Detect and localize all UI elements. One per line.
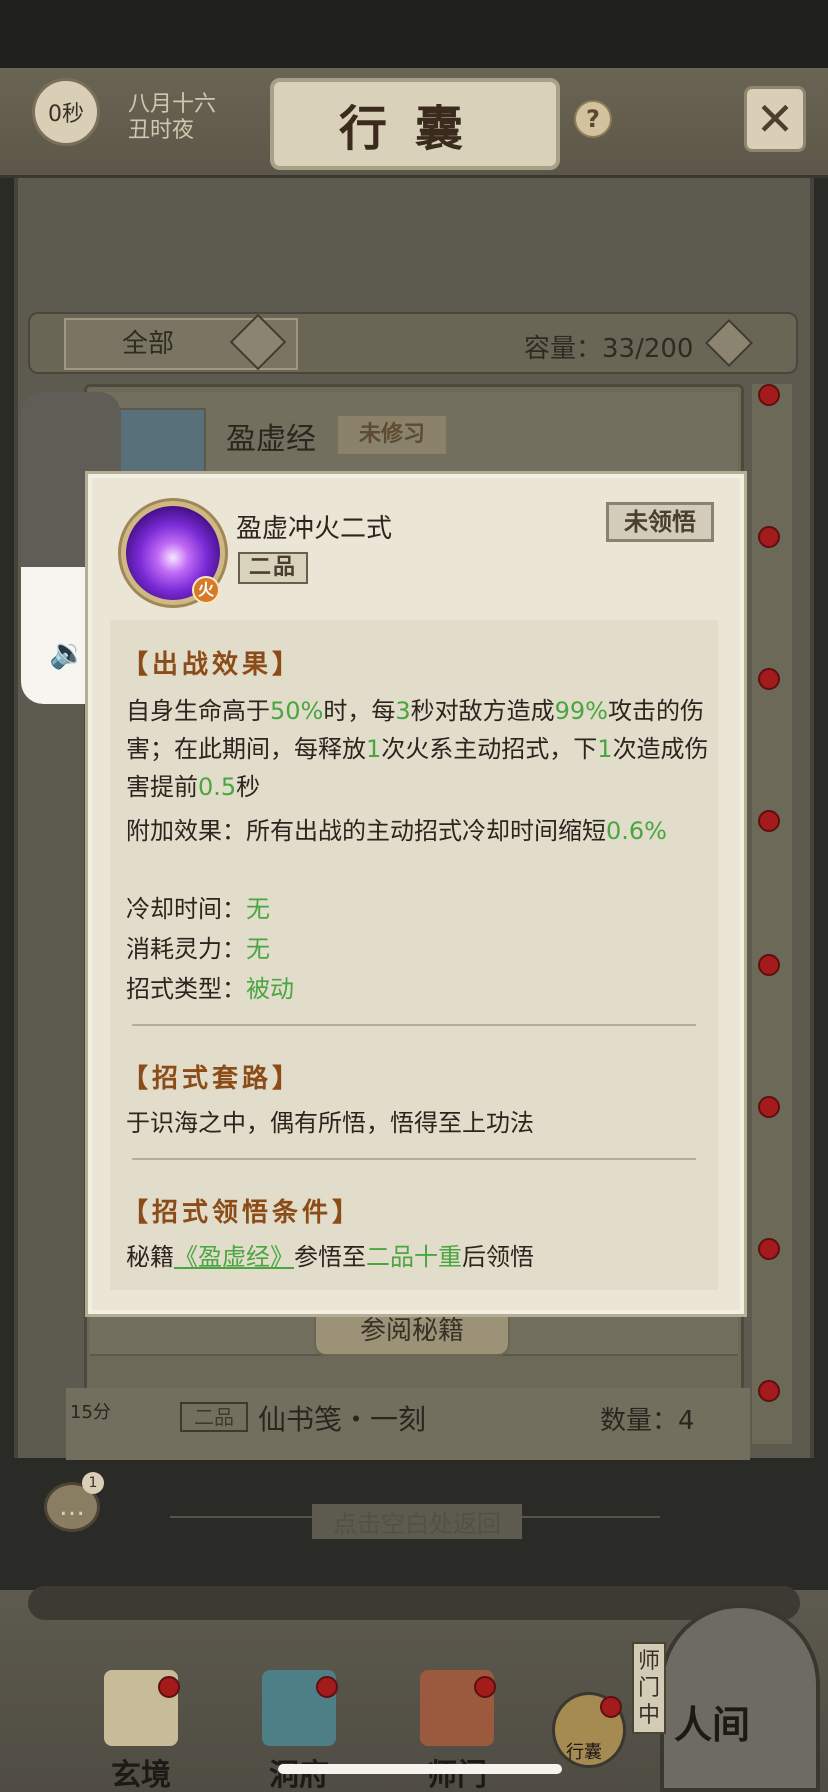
nav-label: 玄境 — [111, 1758, 171, 1792]
dismiss-hint[interactable]: 点击空白处返回 — [312, 1504, 522, 1539]
red-dot-icon — [758, 810, 780, 832]
section-title-routine: 【招式套路】 — [122, 1064, 303, 1094]
nav-ribbon — [28, 1586, 800, 1620]
status-badge: 未修习 — [338, 416, 446, 454]
item-name: 盈虚经 — [226, 422, 316, 457]
red-dot-icon — [758, 384, 780, 406]
home-indicator[interactable] — [278, 1764, 562, 1774]
red-dot-icon — [758, 1380, 780, 1402]
world-label: 人间 — [674, 1702, 751, 1747]
grade-badge: 二品 — [180, 1402, 248, 1432]
divider — [132, 1158, 696, 1160]
item-quantity: 数量：4 — [600, 1406, 695, 1436]
help-icon[interactable]: ? — [574, 100, 612, 138]
book-link[interactable]: 《盈虚经》 — [174, 1243, 294, 1271]
cost-row: 消耗灵力：无 — [126, 935, 270, 963]
date-line-2: 丑时夜 — [128, 118, 195, 143]
item-name: 仙书笺・一刻 — [258, 1403, 427, 1436]
speaker-icon: 🔉 — [49, 636, 87, 671]
condition-text: 秘籍《盈虚经》参悟至二品十重后领悟 — [126, 1243, 534, 1271]
type-row: 招式类型：被动 — [126, 975, 294, 1003]
red-dot-icon — [158, 1676, 180, 1698]
section-title-effect: 【出战效果】 — [122, 650, 303, 680]
chat-badge: 1 — [82, 1472, 104, 1494]
effect-text: 自身生命高于50%时，每3秒对敌方造成99%攻击的伤害；在此期间，每释放1次火系… — [126, 697, 709, 801]
element-badge: 火 — [192, 576, 220, 604]
status-badge: 未领悟 — [606, 502, 714, 542]
routine-text: 于识海之中，偶有所悟，悟得至上功法 — [126, 1109, 534, 1137]
sect-status-label: 师门中 — [632, 1642, 666, 1734]
red-dot-icon — [600, 1696, 622, 1718]
red-dot-icon — [316, 1676, 338, 1698]
capacity-label: 容量：33/200 — [524, 334, 694, 364]
grade-badge: 二品 — [238, 552, 308, 584]
red-dot-icon — [758, 954, 780, 976]
red-dot-icon — [758, 526, 780, 548]
red-dot-icon — [474, 1676, 496, 1698]
status-bar — [0, 0, 828, 68]
item-timer: 15分 — [70, 1402, 111, 1423]
divider — [132, 1024, 696, 1026]
cooldown-row: 冷却时间：无 — [126, 895, 270, 923]
timer-badge: 0秒 — [32, 78, 100, 146]
red-dot-icon — [758, 1096, 780, 1118]
red-dot-icon — [758, 668, 780, 690]
page-title: 行囊 — [270, 78, 560, 170]
nav-label: 行囊 — [566, 1742, 602, 1763]
skill-description: 【出战效果】 自身生命高于50%时，每3秒对敌方造成99%攻击的伤害；在此期间，… — [110, 620, 718, 1290]
extra-effect-text: 附加效果：所有出战的主动招式冷却时间缩短0.6% — [126, 817, 667, 845]
skill-name: 盈虚冲火二式 — [236, 514, 393, 544]
close-icon[interactable]: ✕ — [744, 86, 806, 152]
section-title-condition: 【招式领悟条件】 — [122, 1198, 363, 1228]
red-dot-icon — [758, 1238, 780, 1260]
